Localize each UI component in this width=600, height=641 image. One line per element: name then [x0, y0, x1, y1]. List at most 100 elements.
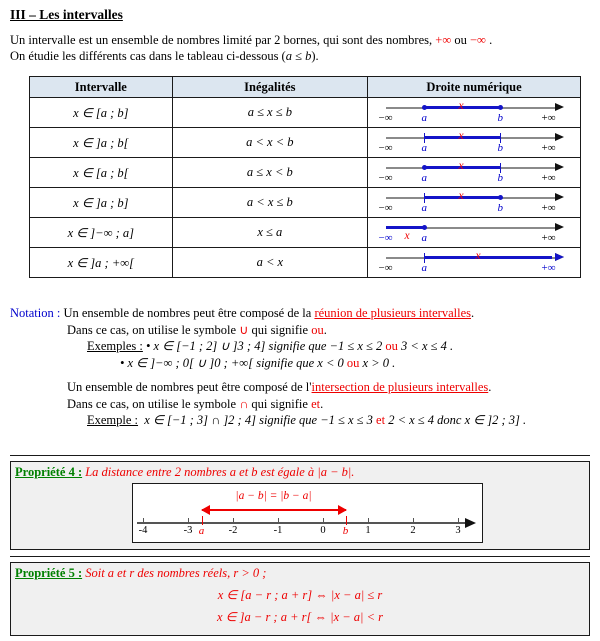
inter-text-a: Un ensemble de nombres peut être composé… [67, 380, 312, 394]
example-1-word: ou [385, 339, 398, 353]
axis-tick [413, 518, 415, 524]
label-b: b [497, 172, 504, 184]
number-line-graphic: −∞ +∞ x a [372, 218, 577, 247]
example-label: Exemple : [87, 413, 139, 427]
marker-label-a: a [198, 525, 205, 537]
propriete-4-heading: Propriété 4 : La distance entre 2 nombre… [11, 462, 589, 480]
union-text-c: Dans ce cas, on utilise le symbole [67, 322, 240, 337]
column-header-inequality: Inégalités [171, 76, 369, 98]
cell-inequality: x ≤ a [171, 217, 369, 248]
label-minus-infinity: −∞ [378, 232, 393, 244]
column-header-interval: Intervalle [29, 76, 173, 98]
label-a: a [421, 142, 428, 154]
label-x: x [458, 160, 464, 172]
label-minus-infinity: −∞ [378, 142, 393, 154]
number-line-graphic: −∞ +∞ a b x [372, 188, 577, 217]
propriete-5-formula-1: x ∈ [a − r ; a + r] ⇔ |x − a| ≤ r [217, 588, 383, 602]
union-link: réunion de plusieurs intervalles [314, 306, 471, 320]
cell-interval: x ∈ [a ; b[ [29, 157, 173, 188]
notation-block: Notation : Un ensemble de nombres peut ê… [10, 305, 595, 429]
label-a: a [421, 112, 428, 124]
axis-tick [368, 518, 370, 524]
inter-text-e: . [320, 396, 324, 411]
example-3-expr: x ∈ [−1 ; 3] ∩ ]2 ; 4] [144, 413, 256, 427]
endpoint-marker-a [421, 224, 427, 230]
example-2-word: ou [346, 355, 360, 370]
propriete-4-box: Propriété 4 : La distance entre 2 nombre… [10, 461, 590, 550]
inter-text-b: . [488, 380, 492, 394]
label-minus-infinity: −∞ [378, 172, 393, 184]
notation-union-line-2: Dans ce cas, on utilise le symbole ∪ qui… [10, 322, 595, 339]
page-title: III – Les intervalles [10, 7, 123, 22]
cell-inequality: a ≤ x ≤ b [171, 97, 369, 128]
axis-tick-label: -4 [138, 525, 148, 536]
table-row: x ∈ [a ; b] a ≤ x ≤ b −∞ +∞ a b x [29, 97, 581, 128]
number-line-graphic: −∞ +∞ a b x [372, 98, 577, 127]
column-header-number-line: Droite numérique [367, 76, 581, 98]
axis-arrow-icon [554, 133, 564, 142]
intro-text-a: Un intervalle est un ensemble de nombres… [10, 33, 436, 47]
union-text-d: qui signifie [248, 322, 312, 337]
table-row: x ∈ ]a ; b] a < x ≤ b −∞ +∞ a b x [29, 187, 581, 218]
label-b: b [497, 142, 504, 154]
notation-union-examples-line-1: Exemples : • x ∈ [−1 ; 2] ∪ ]3 ; 4] sign… [10, 338, 595, 355]
propriete-5-heading: Propriété 5 : Soit a et r des nombres ré… [11, 563, 589, 581]
table-body: x ∈ [a ; b] a ≤ x ≤ b −∞ +∞ a b x x ∈ ]a ; b[a … [29, 97, 581, 278]
axis-tick [233, 518, 235, 524]
divider-above-propriete-5 [10, 556, 590, 558]
condition-a-le-b: a ≤ b [285, 49, 312, 63]
number-line-graphic: −∞ +∞ a x [372, 248, 577, 277]
endpoint-marker-a [421, 164, 427, 170]
intersection-link: intersection de plusieurs intervalles [311, 380, 489, 394]
example-1-tail: 3 < x ≤ 4 . [397, 339, 454, 353]
minus-infinity-symbol: −∞ [469, 33, 486, 47]
cell-inequality: a < x ≤ b [171, 187, 369, 218]
divider-above-propriete-4 [10, 455, 590, 457]
cell-number-line: −∞ +∞ a b x [367, 157, 581, 188]
label-minus-infinity: −∞ [378, 112, 393, 124]
marker-tick-a [201, 516, 204, 525]
plus-infinity-symbol: +∞ [435, 33, 452, 47]
cell-number-line: −∞ +∞ x a [367, 217, 581, 248]
union-text-a: Un ensemble de nombres peut être composé… [63, 306, 315, 320]
interval-segment [385, 226, 426, 229]
table-row: x ∈ ]a ; b[a < x < b −∞ +∞ a b x [29, 127, 581, 158]
axis-tick [323, 518, 325, 524]
axis-tick-label: 0 [320, 525, 326, 536]
notation-union-line-1: Notation : Un ensemble de nombres peut ê… [10, 305, 595, 322]
cell-interval: x ∈ ]a ; b[ [29, 127, 173, 158]
document-page: III – Les intervalles Un intervalle est … [0, 0, 600, 641]
axis-tick [278, 518, 280, 524]
notation-union-examples-line-2: • x ∈ ]−∞ ; 0[ ∪ ]0 ; +∞[ signifie que x… [10, 355, 595, 372]
union-text-e: . [323, 322, 327, 337]
axis-arrow-icon [554, 103, 564, 112]
inter-text-c: Dans ce cas, on utilise le symbole [67, 396, 240, 411]
intro-line-2: On étudie les différents cas dans le tab… [10, 48, 595, 64]
example-2-expr: • x ∈ ]−∞ ; 0[ ∪ ]0 ; +∞[ [120, 355, 254, 370]
interval-arrow-icon [554, 253, 564, 262]
axis-tick-label: -3 [183, 525, 193, 536]
table-header-row: Intervalle Inégalités Droite numérique [29, 76, 581, 98]
cell-interval: x ∈ ]a ; +∞[ [29, 247, 173, 278]
label-minus-infinity: −∞ [378, 262, 393, 274]
label-a: a [421, 232, 428, 244]
axis-tick-label: -1 [273, 525, 283, 536]
example-1-expr: • x ∈ [−1 ; 2] ∪ ]3 ; 4] [146, 339, 266, 353]
label-plus-infinity: +∞ [541, 232, 556, 244]
example-3-text: signifie que −1 ≤ x ≤ 3 [255, 413, 377, 427]
notation-intersection-line-1: Un ensemble de nombres peut être composé… [10, 379, 595, 396]
table-row: x ∈ [a ; b[a ≤ x < b −∞ +∞ a b x [29, 157, 581, 188]
examples-label: Exemples : [87, 339, 143, 353]
cell-number-line: −∞ +∞ a b x [367, 127, 581, 158]
label-x: x [458, 130, 464, 142]
label-b: b [497, 202, 504, 214]
intro-line-1: Un intervalle est un ensemble de nombres… [10, 32, 595, 48]
propriete-5-box: Propriété 5 : Soit a et r des nombres ré… [10, 562, 590, 636]
axis-arrow-icon [554, 163, 564, 172]
label-x: x [458, 190, 464, 202]
propriete-4-tag: Propriété 4 : [15, 465, 83, 479]
axis-tick-label: -2 [228, 525, 238, 536]
label-minus-infinity: −∞ [378, 202, 393, 214]
label-plus-infinity: +∞ [541, 112, 556, 124]
notation-label: Notation : [10, 306, 61, 320]
